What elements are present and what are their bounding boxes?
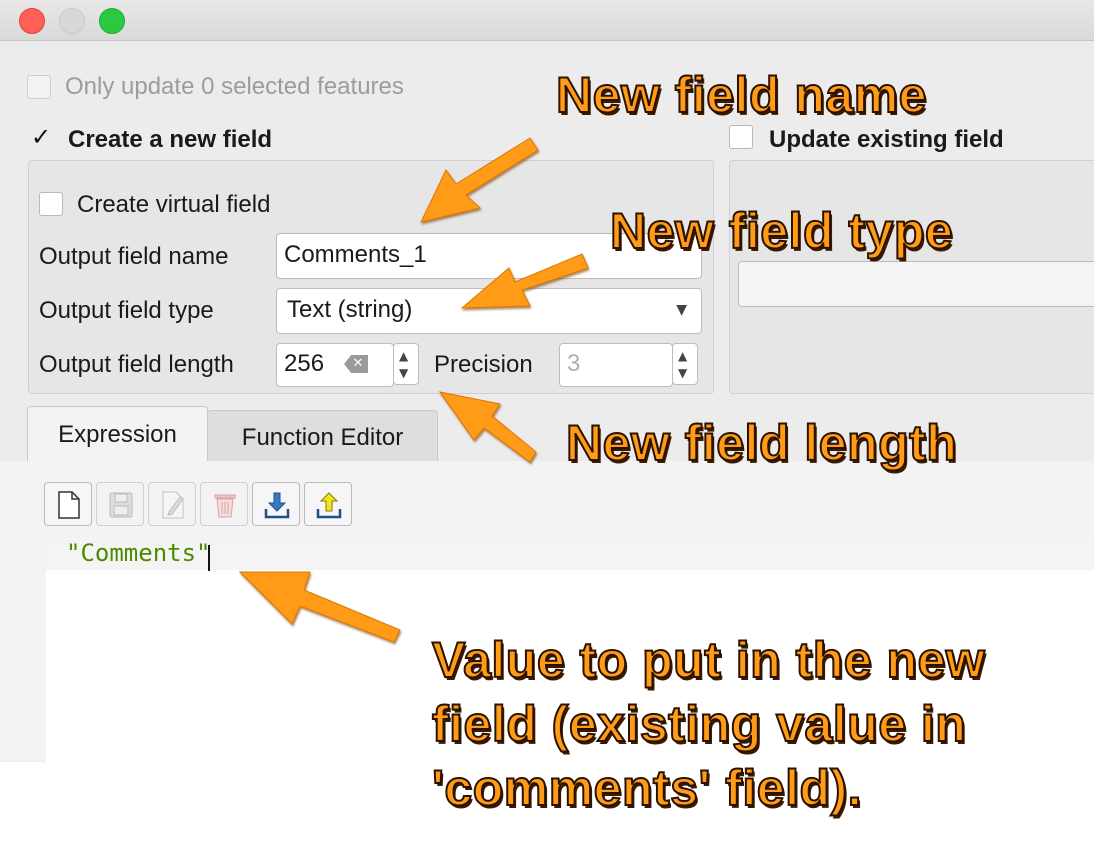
annotation-value-note: Value to put in the new field (existing …	[431, 631, 986, 817]
annotation-field-type: New field type	[609, 202, 954, 260]
annotation-field-length: New field length	[565, 414, 958, 472]
arrow-to-expression	[238, 571, 401, 643]
arrow-to-field-type	[460, 253, 589, 309]
arrow-to-field-name	[420, 137, 539, 223]
annotation-field-name: New field name	[555, 66, 928, 124]
arrow-to-field-length	[438, 391, 537, 463]
